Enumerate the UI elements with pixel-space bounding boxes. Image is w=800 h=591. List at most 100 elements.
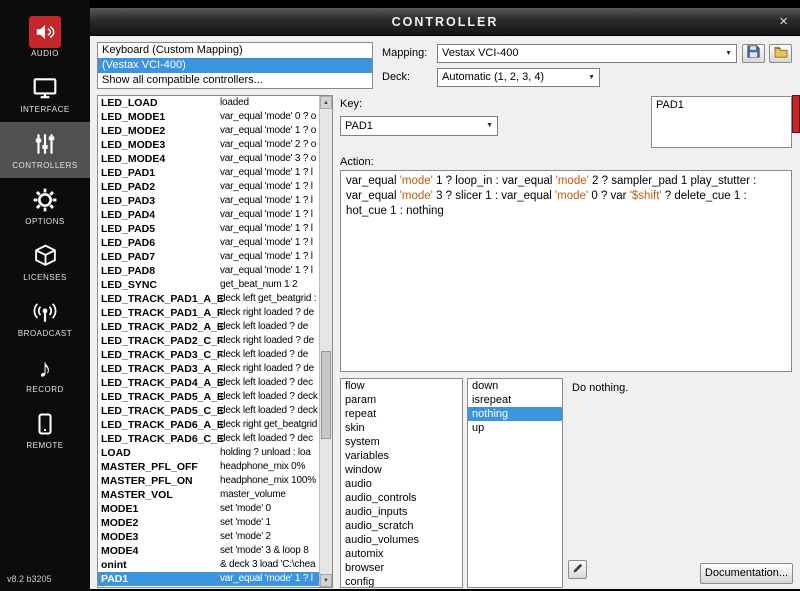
key-list-row[interactable]: PAD1var_equal 'mode' 1 ? l <box>98 572 319 586</box>
key-list-row[interactable]: LED_TRACK_PAD3_A_Fdeck right loaded ? de <box>98 362 319 376</box>
key-list-row[interactable]: MODE2set 'mode' 1 <box>98 516 319 530</box>
documentation-button[interactable]: Documentation... <box>700 563 793 584</box>
scrollbar-thumb[interactable] <box>321 351 331 439</box>
action-category-item[interactable]: browser <box>341 561 462 575</box>
action-description: Do nothing. <box>572 382 628 394</box>
key-list-row[interactable]: LED_TRACK_PAD2_A_Edeck left loaded ? de <box>98 320 319 334</box>
sidebar-item-label: INTERFACE <box>0 105 90 114</box>
action-subitem[interactable]: up <box>468 421 562 435</box>
action-category-item[interactable]: variables <box>341 449 462 463</box>
controller-list: Keyboard (Custom Mapping)(Vestax VCI-400… <box>97 42 373 89</box>
scroll-up-icon[interactable]: ▲ <box>320 96 332 109</box>
action-category-item[interactable]: audio <box>341 477 462 491</box>
folder-icon <box>774 45 788 63</box>
dialog-title: CONTROLLER <box>90 8 800 36</box>
action-category-item[interactable]: audio_inputs <box>341 505 462 519</box>
action-category-item[interactable]: audio_scratch <box>341 519 462 533</box>
open-mapping-folder-button[interactable] <box>769 44 792 63</box>
key-list-row[interactable]: LED_SYNCget_beat_num 1 2 <box>98 278 319 292</box>
key-list-row[interactable]: MASTER_VOLmaster_volume <box>98 488 319 502</box>
scroll-down-icon[interactable]: ▼ <box>320 574 332 587</box>
key-list-row[interactable]: onint& deck 3 load 'C:\chea <box>98 558 319 572</box>
key-list-row[interactable]: LED_PAD5var_equal 'mode' 1 ? l <box>98 222 319 236</box>
key-list-row[interactable]: LED_TRACK_PAD3_C_Fdeck left loaded ? de <box>98 348 319 362</box>
key-list-row[interactable]: MODE3set 'mode' 2 <box>98 530 319 544</box>
key-list-row[interactable]: LED_PAD1var_equal 'mode' 1 ? l <box>98 166 319 180</box>
close-icon[interactable]: × <box>779 8 788 35</box>
action-editor[interactable]: var_equal 'mode' 1 ? loop_in : var_equal… <box>340 170 792 372</box>
action-category-item[interactable]: skin <box>341 421 462 435</box>
action-category-item[interactable]: system <box>341 435 462 449</box>
key-list-row[interactable]: LED_TRACK_PAD6_C_Edeck left loaded ? dec <box>98 432 319 446</box>
key-label: Key: <box>340 98 362 110</box>
sidebar: AUDIO INTERFACE <box>0 0 90 591</box>
key-list-row[interactable]: LED_MODE1var_equal 'mode' 0 ? o <box>98 110 319 124</box>
key-list-row[interactable]: LED_PAD7var_equal 'mode' 1 ? l <box>98 250 319 264</box>
key-list-row[interactable]: LED_MODE2var_equal 'mode' 1 ? o <box>98 124 319 138</box>
key-list-row[interactable]: LED_TRACK_PAD6_A_Edeck right get_beatgri… <box>98 418 319 432</box>
key-list-row[interactable]: MASTER_PFL_OFFheadphone_mix 0% <box>98 460 319 474</box>
key-list-row[interactable]: LED_TRACK_PAD1_A_Edeck left get_beatgrid… <box>98 292 319 306</box>
key-list-row[interactable]: LED_MODE3var_equal 'mode' 2 ? o <box>98 138 319 152</box>
action-category-item[interactable]: config <box>341 575 462 588</box>
key-list-row[interactable]: LED_MODE4var_equal 'mode' 3 ? o <box>98 152 319 166</box>
controller-list-item[interactable]: (Vestax VCI-400) <box>98 58 372 73</box>
controller-list-item[interactable]: Keyboard (Custom Mapping) <box>98 43 372 58</box>
sidebar-item-interface[interactable]: INTERFACE <box>0 66 90 122</box>
key-list-row[interactable]: LED_TRACK_PAD5_A_Edeck left loaded ? dec… <box>98 390 319 404</box>
key-dropdown[interactable]: PAD1 ▼ <box>340 116 498 136</box>
action-subitem[interactable]: down <box>468 379 562 393</box>
key-list-row[interactable]: MODE1set 'mode' 0 <box>98 502 319 516</box>
sidebar-item-controllers[interactable]: CONTROLLERS <box>0 122 90 178</box>
content-area: Keyboard (Custom Mapping)(Vestax VCI-400… <box>90 36 800 589</box>
mapping-label: Mapping: <box>382 47 427 59</box>
box-icon <box>0 234 90 272</box>
key-list-scrollbar[interactable]: ▲ ▼ <box>319 96 332 587</box>
key-list-row[interactable]: LED_PAD6var_equal 'mode' 1 ? l <box>98 236 319 250</box>
key-list-row[interactable]: LED_TRACK_PAD1_A_Fdeck right loaded ? de <box>98 306 319 320</box>
key-list-row[interactable]: LED_LOADloaded <box>98 96 319 110</box>
learn-box-scrollbar[interactable] <box>792 95 800 133</box>
sidebar-item-licenses[interactable]: LICENSES <box>0 234 90 290</box>
key-learn-box[interactable]: PAD1 <box>651 96 792 148</box>
action-subitem[interactable]: nothing <box>468 407 562 421</box>
action-category-item[interactable]: param <box>341 393 462 407</box>
action-category-item[interactable]: window <box>341 463 462 477</box>
key-list-row[interactable]: MODE4set 'mode' 3 & loop 8 <box>98 544 319 558</box>
chevron-down-icon: ▼ <box>486 117 493 135</box>
action-category-item[interactable]: automix <box>341 547 462 561</box>
key-list-row[interactable]: LED_PAD3var_equal 'mode' 1 ? l <box>98 194 319 208</box>
controller-list-item[interactable]: Show all compatible controllers... <box>98 73 372 88</box>
action-category-list: flowparamrepeatskinsystemvariableswindow… <box>340 378 463 588</box>
mapping-dropdown[interactable]: Vestax VCI-400 ▼ <box>437 44 737 63</box>
action-category-item[interactable]: flow <box>341 379 462 393</box>
action-subitem[interactable]: isrepeat <box>468 393 562 407</box>
music-note-icon: ♪ <box>0 346 90 384</box>
speaker-icon <box>0 10 90 48</box>
sidebar-item-remote[interactable]: REMOTE <box>0 402 90 458</box>
key-list-row[interactable]: LED_TRACK_PAD2_C_Fdeck right loaded ? de <box>98 334 319 348</box>
sidebar-item-label: LICENSES <box>0 273 90 282</box>
key-list-row[interactable]: MASTER_PFL_ONheadphone_mix 100% <box>98 474 319 488</box>
sidebar-item-record[interactable]: ♪ RECORD <box>0 346 90 402</box>
action-category-item[interactable]: audio_controls <box>341 491 462 505</box>
key-list-row[interactable]: LED_PAD2var_equal 'mode' 1 ? l <box>98 180 319 194</box>
action-category-item[interactable]: repeat <box>341 407 462 421</box>
save-mapping-button[interactable] <box>742 44 765 63</box>
settings-window: AUDIO INTERFACE <box>0 0 800 591</box>
edit-action-button[interactable] <box>568 560 587 579</box>
key-list-row[interactable]: LOADholding ? unload : loa <box>98 446 319 460</box>
sidebar-item-label: CONTROLLERS <box>0 161 90 170</box>
key-list-row[interactable]: LED_TRACK_PAD4_A_Edeck left loaded ? dec <box>98 376 319 390</box>
key-list-row[interactable]: LED_TRACK_PAD5_C_Edeck left loaded ? dec… <box>98 404 319 418</box>
action-label: Action: <box>340 156 374 168</box>
action-category-item[interactable]: audio_volumes <box>341 533 462 547</box>
deck-dropdown[interactable]: Automatic (1, 2, 3, 4) ▼ <box>437 68 600 87</box>
key-list-row[interactable]: LED_PAD8var_equal 'mode' 1 ? l <box>98 264 319 278</box>
key-list-row[interactable]: LED_PAD4var_equal 'mode' 1 ? l <box>98 208 319 222</box>
sidebar-item-audio[interactable]: AUDIO <box>0 10 90 66</box>
sidebar-item-options[interactable]: OPTIONS <box>0 178 90 234</box>
deck-label: Deck: <box>382 71 410 83</box>
sidebar-item-broadcast[interactable]: BROADCAST <box>0 290 90 346</box>
key-list: LED_LOADloadedLED_MODE1var_equal 'mode' … <box>97 95 333 588</box>
